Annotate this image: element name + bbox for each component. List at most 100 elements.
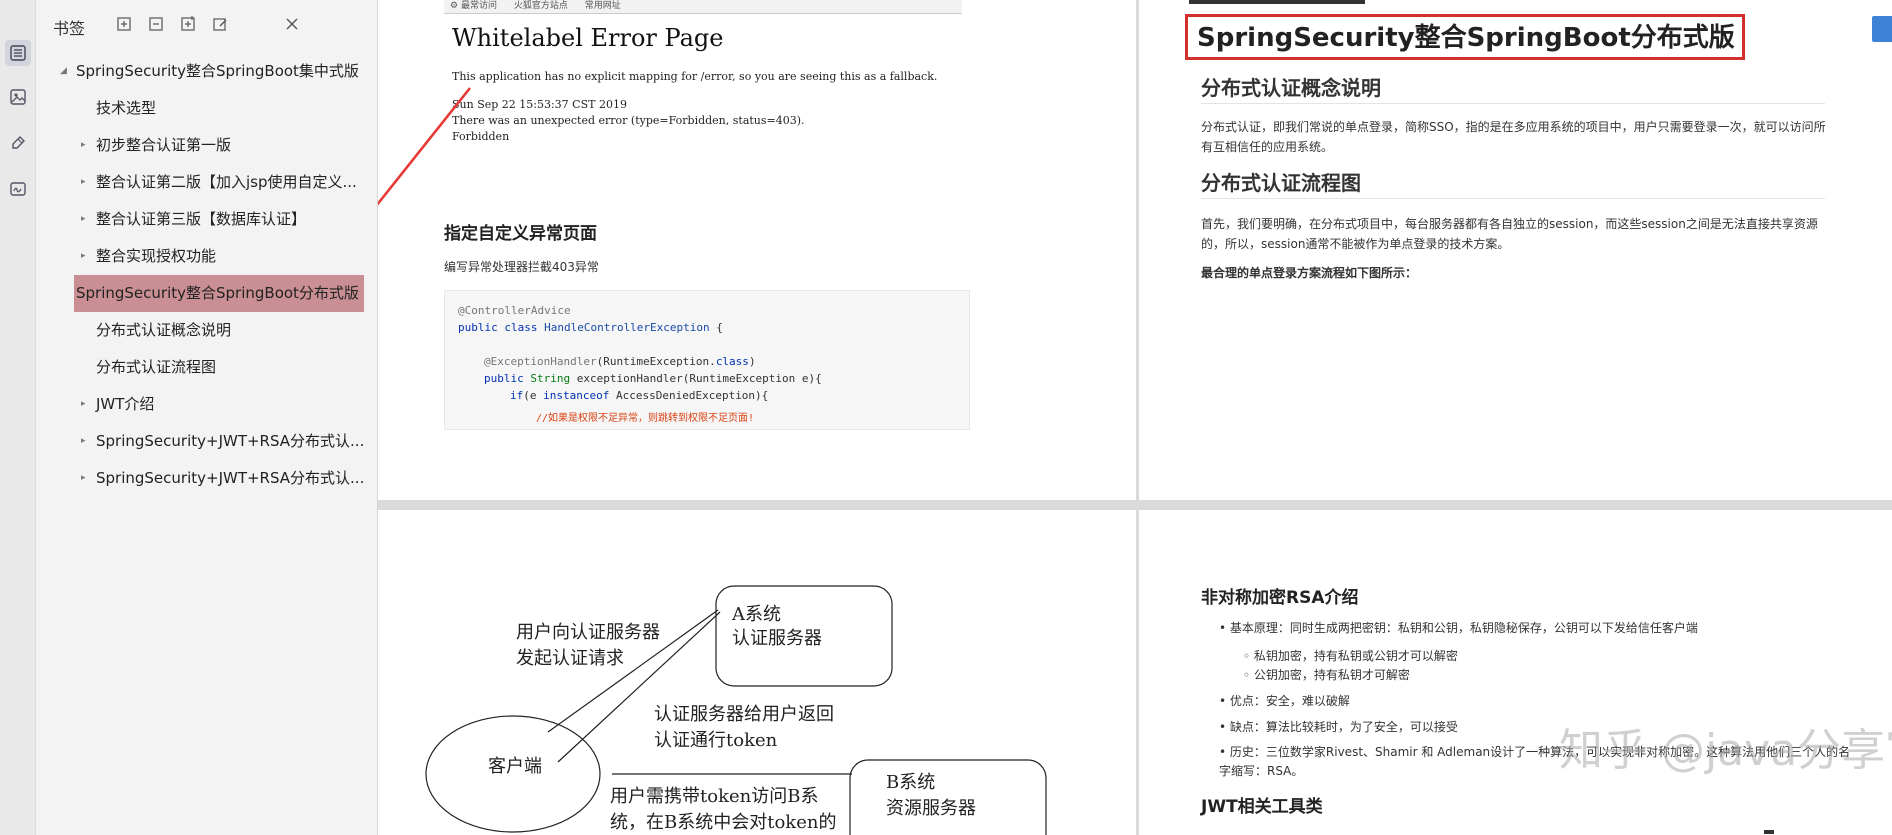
paragraph: 首先，我们要明确，在分布式项目中，每台服务器都有各自独立的session，而这些… xyxy=(1201,217,1818,251)
diagram-label: 统，在B系统中会对token的 xyxy=(610,812,837,833)
diagram-label: 认证通行token xyxy=(654,730,778,751)
bookmark-label: 初步整合认证第一版 xyxy=(96,136,232,154)
bookmark-item[interactable]: ▸ SpringSecurity+JWT+RSA分布式认... xyxy=(36,423,378,460)
bookmark-label: JWT介绍 xyxy=(96,395,155,413)
diagram-label: 用户向认证服务器 xyxy=(516,622,660,643)
section-description: 编写异常处理器拦截403异常 xyxy=(444,260,599,274)
expand-all-icon[interactable] xyxy=(114,14,134,34)
panel-title: 书签 xyxy=(53,19,86,38)
bookmark-item[interactable]: 技术选型 xyxy=(36,90,378,127)
code-class-name: HandleControllerException xyxy=(544,321,710,334)
collapsed-arrow-icon[interactable]: ▸ xyxy=(81,460,86,497)
diagram-label: B系统 xyxy=(886,772,936,793)
browser-bookmark-bar: ⚙ 最常访问 火狐官方站点 常用网址 xyxy=(444,0,962,14)
collapsed-arrow-icon[interactable]: ▸ xyxy=(81,164,86,201)
bookmark-item-selected[interactable]: ◢SpringSecurity整合SpringBoot分布式版 xyxy=(74,275,364,312)
list-item-text: 公钥加密，持有私钥才可解密 xyxy=(1253,668,1410,682)
bookmark-item[interactable]: ▸ 整合认证第三版【数据库认证】 xyxy=(36,201,378,238)
list-item-text: 缺点：算法比较耗时，为了安全，可以接受 xyxy=(1229,720,1458,734)
page-flow-diagram: A系统 认证服务器 用户向认证服务器 发起认证请求 认证服务器给用户返回 认证通… xyxy=(378,510,1136,835)
bookmark-item[interactable]: ▸ JWT介绍 xyxy=(36,386,378,423)
code-text: ) xyxy=(748,355,756,368)
document-view: ⚙ 最常访问 火狐官方站点 常用网址 Whitelabel Error Page… xyxy=(378,0,1892,835)
error-text: This application has no explicit mapping… xyxy=(452,70,938,83)
collapsed-arrow-icon[interactable]: ▸ xyxy=(81,201,86,238)
code-keyword: public xyxy=(484,372,531,385)
collapsed-arrow-icon[interactable]: ▸ xyxy=(81,423,86,460)
bookmark-bar-item: 火狐官方站点 xyxy=(513,1,568,11)
list-item-text: 优点：安全，难以破解 xyxy=(1229,694,1350,708)
bookmark-label: SpringSecurity整合SpringBoot集中式版 xyxy=(76,62,359,80)
bookmark-tree: ◢ SpringSecurity整合SpringBoot集中式版技术选型 ▸ 初步整合… xyxy=(36,53,378,497)
bookmark-item[interactable]: 分布式认证概念说明 xyxy=(36,312,378,349)
bookmark-item[interactable]: ▸ 初步整合认证第一版 xyxy=(36,127,378,164)
list-item: ◦ 公钥加密，持有私钥才可解密 xyxy=(1243,668,1410,682)
collapse-all-icon[interactable] xyxy=(146,14,166,34)
code-keyword: public class xyxy=(458,321,545,334)
signature-icon[interactable] xyxy=(5,176,31,202)
watermark: 知乎 @java分享官 xyxy=(1559,725,1892,776)
divider xyxy=(1201,198,1825,199)
code-text: exceptionHandler(RuntimeException e){ xyxy=(570,372,822,385)
bookmark-list-icon[interactable] xyxy=(5,40,31,66)
collapsed-arrow-icon[interactable]: ▸ xyxy=(81,238,86,275)
section-heading: 分布式认证流程图 xyxy=(1201,171,1361,195)
bookmark-label: 技术选型 xyxy=(96,99,157,117)
close-icon[interactable] xyxy=(282,14,302,34)
bookmark-label: 分布式认证概念说明 xyxy=(96,321,232,339)
error-text: Sun Sep 22 15:53:37 CST 2019 xyxy=(452,98,627,111)
bookmark-label: 分布式认证流程图 xyxy=(96,358,217,376)
annotation-icon[interactable] xyxy=(5,130,31,156)
code-keyword: class xyxy=(715,355,749,368)
error-title: Whitelabel Error Page xyxy=(452,24,724,52)
divider xyxy=(1201,103,1825,104)
bookmark-item[interactable]: ▸ SpringSecurity+JWT+RSA分布式认... xyxy=(36,460,378,497)
collapsed-arrow-icon[interactable]: ▸ xyxy=(81,127,86,164)
list-item: ◦ 私钥加密，持有私钥或公钥才可以解密 xyxy=(1243,649,1458,663)
code-comment: //如果是权限不足异常，则跳转到权限不足页面! xyxy=(536,413,755,424)
page-title: SpringSecurity整合SpringBoot分布式版 xyxy=(1197,23,1735,53)
edit-bookmark-icon[interactable] xyxy=(210,14,230,34)
code-type: String xyxy=(530,372,571,385)
code-annotation: @ExceptionHandler xyxy=(484,355,597,368)
list-item: • 基本原理：同时生成两把密钥：私钥和公钥，私钥隐秘保存，公钥可以下发给信任客户… xyxy=(1219,621,1698,635)
code-text: AccessDeniedException){ xyxy=(609,389,769,402)
bookmark-item[interactable]: ◢ SpringSecurity整合SpringBoot集中式版 xyxy=(36,53,378,90)
section-heading: 指定自定义异常页面 xyxy=(444,224,597,244)
bookmark-label: SpringSecurity+JWT+RSA分布式认... xyxy=(96,469,365,487)
diagram-label: 用户需携带token访问B系 xyxy=(610,786,819,807)
code-block: @ControllerAdvice public class HandleCont… xyxy=(444,290,970,430)
code-text: (e xyxy=(523,389,544,402)
bookmark-item[interactable]: 分布式认证流程图 xyxy=(36,349,378,386)
collapsed-arrow-icon[interactable]: ▸ xyxy=(81,386,86,423)
bookmark-label: SpringSecurity+JWT+RSA分布式认... xyxy=(96,432,365,450)
diagram-label: 发起认证请求 xyxy=(516,648,624,669)
expanded-arrow-icon[interactable]: ◢ xyxy=(60,53,67,90)
thumbnail-icon[interactable] xyxy=(5,84,31,110)
add-bookmark-icon[interactable] xyxy=(178,14,198,34)
bookmark-label: SpringSecurity整合SpringBoot分布式版 xyxy=(76,284,359,302)
bookmark-item[interactable]: ▸ 整合实现授权功能 xyxy=(36,238,378,275)
diagram-label: 认证服务器 xyxy=(732,628,822,649)
code-keyword: instanceof xyxy=(543,389,610,402)
diagram-label: 客户端 xyxy=(488,756,542,777)
paragraph: 最合理的单点登录方案流程如下图所示： xyxy=(1201,266,1418,280)
bookmark-label: 整合认证第三版【数据库认证】 xyxy=(96,210,307,228)
diagram-label: 资源服务器 xyxy=(886,798,976,819)
gear-icon: ⚙ xyxy=(450,1,459,11)
diagram-label: A系统 xyxy=(732,604,781,625)
bookmark-bar-item: 最常访问 xyxy=(460,1,497,11)
pdf-reader-window: 书签 ◢ SpringSecurity整合SpringBoot集中式版技术选型 ▸ 初… xyxy=(0,0,1892,835)
bookmark-panel-header: 书签 xyxy=(36,0,378,50)
page-error-handling: ⚙ 最常访问 火狐官方站点 常用网址 Whitelabel Error Page… xyxy=(378,0,1136,500)
bookmark-bar-item: 常用网址 xyxy=(584,1,621,11)
code-annotation: @ControllerAdvice xyxy=(458,304,571,317)
diagram-label: 认证服务器给用户返回 xyxy=(654,704,834,725)
bookmark-label: 整合实现授权功能 xyxy=(96,247,217,265)
image-fragment xyxy=(1189,0,1365,4)
section-heading: 非对称加密RSA介绍 xyxy=(1201,588,1359,608)
page-distributed-auth: SpringSecurity整合SpringBoot分布式版 分布式认证概念说明… xyxy=(1139,0,1892,500)
list-item: • 缺点：算法比较耗时，为了安全，可以接受 xyxy=(1219,720,1458,734)
float-tool-button[interactable] xyxy=(1872,16,1892,42)
bookmark-item[interactable]: ▸ 整合认证第二版【加入jsp使用自定义... xyxy=(36,164,378,201)
